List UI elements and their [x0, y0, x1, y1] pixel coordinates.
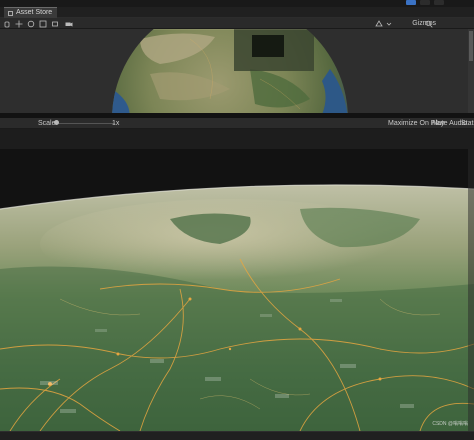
scale-label: Scale — [38, 120, 56, 127]
top-toolbar — [0, 0, 474, 7]
game-toolbar: Scale 1x Maximize On Play Mute Audio Sta… — [0, 118, 474, 129]
step-button[interactable] — [434, 0, 444, 5]
scale-tool-icon[interactable] — [38, 19, 48, 28]
effects-icon[interactable] — [374, 19, 384, 28]
move-tool-icon[interactable] — [14, 19, 24, 28]
scale-value: 1x — [112, 120, 120, 127]
globe-render — [112, 29, 474, 113]
scene-toolbar: Gizmos — [0, 18, 474, 29]
scene-scrollbar-thumb — [469, 31, 473, 61]
scale-slider-handle[interactable] — [54, 120, 59, 125]
tile-block-black — [252, 35, 284, 57]
game-view-top-padding — [0, 129, 474, 149]
camera-icon[interactable] — [64, 19, 74, 28]
pause-button[interactable] — [420, 0, 430, 5]
stats-button[interactable]: Stats — [461, 119, 474, 128]
watermark-text: CSDN @嗡嗡嗡 — [432, 421, 468, 427]
scene-tab-bar: Asset Store — [0, 7, 474, 18]
store-icon — [8, 10, 13, 16]
rotate-tool-icon[interactable] — [26, 19, 36, 28]
game-view[interactable] — [0, 149, 474, 431]
chevron-down-icon[interactable] — [384, 19, 394, 28]
tab-asset-store[interactable]: Asset Store — [4, 7, 58, 18]
game-view-edge — [468, 149, 474, 431]
play-button[interactable] — [406, 0, 416, 5]
search-icon[interactable] — [424, 19, 434, 28]
scale-slider-track[interactable] — [55, 123, 115, 124]
rect-tool-icon[interactable] — [50, 19, 60, 28]
tab-label: Asset Store — [16, 9, 53, 16]
scene-view[interactable] — [0, 29, 474, 113]
status-bar — [0, 431, 474, 440]
terrain-render — [0, 149, 474, 431]
hand-tool-icon[interactable] — [2, 19, 12, 28]
